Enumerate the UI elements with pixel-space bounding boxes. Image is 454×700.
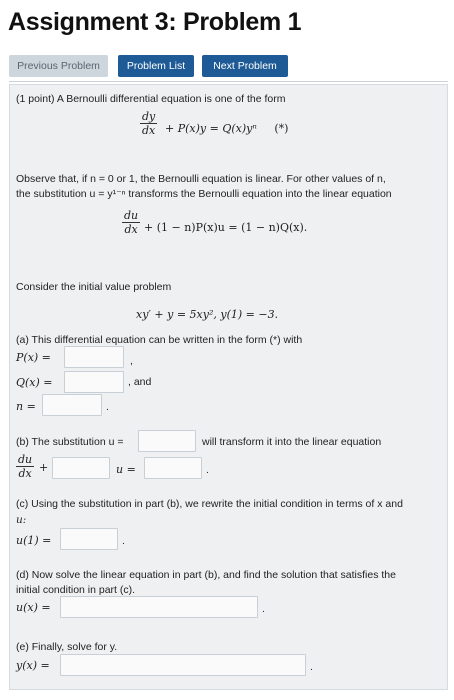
part-a-text: (a) This differential equation can be wr… <box>16 334 303 346</box>
part-b-period: . <box>206 464 209 476</box>
ux-label: u(x) = <box>16 601 51 614</box>
q-x-input[interactable] <box>64 371 124 393</box>
plus-sign: + <box>39 461 49 474</box>
bernoulli-equation-rest: + P(x)y = Q(x)yⁿ <box>165 122 257 135</box>
observe-text-line2: the substitution u = y¹⁻ⁿ transforms the… <box>16 188 392 200</box>
problem-list-button[interactable]: Problem List <box>118 55 194 77</box>
bernoulli-equation: + P(x)y = Q(x)yⁿ (*) <box>165 122 288 135</box>
n-input[interactable] <box>42 394 102 416</box>
u-equals-label: u = <box>116 463 136 476</box>
fraction-numerator: du <box>124 209 139 222</box>
linear-coefficient-input[interactable] <box>52 457 110 479</box>
fraction-denominator: dx <box>18 467 32 480</box>
u1-label: u(1) = <box>16 534 52 547</box>
page-title: Assignment 3: Problem 1 <box>8 8 302 36</box>
part-c-period: . <box>122 535 125 547</box>
and-text: , and <box>128 376 152 388</box>
linear-rhs-input[interactable] <box>144 457 202 479</box>
fraction-numerator: dy <box>142 110 156 123</box>
linear-equation: + (1 − n)P(x)u = (1 − n)Q(x). <box>144 221 308 234</box>
next-problem-button[interactable]: Next Problem <box>202 55 288 77</box>
ivp-intro-text: Consider the initial value problem <box>16 281 172 293</box>
problem-nav: Previous Problem Problem List Next Probl… <box>9 55 448 82</box>
intro-text: (1 point) A Bernoulli differential equat… <box>16 93 286 105</box>
nav-divider <box>9 81 448 82</box>
du-dx-fraction: du dx <box>122 209 141 236</box>
n-label: n = <box>16 400 36 413</box>
yx-label: y(x) = <box>16 659 50 672</box>
part-d-period: . <box>262 603 265 615</box>
part-c-text-line1: (c) Using the substitution in part (b), … <box>16 498 403 510</box>
part-e-text: (e) Finally, solve for y. <box>16 641 118 653</box>
observe-text-line1: Observe that, if n = 0 or 1, the Bernoul… <box>16 173 386 185</box>
fraction-denominator: dx <box>142 124 156 137</box>
part-d-text-line1: (d) Now solve the linear equation in par… <box>16 569 396 581</box>
substitution-input[interactable] <box>138 430 196 452</box>
ux-input[interactable] <box>60 596 258 618</box>
equation-tag: (*) <box>274 122 289 135</box>
p-x-comma: , <box>130 355 133 367</box>
part-b-text: (b) The substitution u = <box>16 436 124 448</box>
p-x-label: P(x) = <box>16 351 51 364</box>
part-c-text-line2: u: <box>16 514 27 526</box>
q-x-label: Q(x) = <box>16 376 53 389</box>
u1-input[interactable] <box>60 528 118 550</box>
previous-problem-button[interactable]: Previous Problem <box>9 55 108 77</box>
part-b-after-text: will transform it into the linear equati… <box>202 436 382 448</box>
p-x-input[interactable] <box>64 346 124 368</box>
part-d-text-line2: initial condition in part (c). <box>16 584 136 596</box>
fraction-denominator: dx <box>124 223 138 236</box>
part-e-period: . <box>310 661 313 673</box>
ivp-equation: xy′ + y = 5xy², y(1) = −3. <box>136 308 279 321</box>
n-period: . <box>106 401 109 413</box>
problem-panel: (1 point) A Bernoulli differential equat… <box>9 84 448 690</box>
dy-dx-fraction: dy dx <box>140 110 158 137</box>
du-dx-fraction-b: du dx <box>16 453 35 480</box>
yx-input[interactable] <box>60 654 306 676</box>
fraction-numerator: du <box>18 453 33 466</box>
